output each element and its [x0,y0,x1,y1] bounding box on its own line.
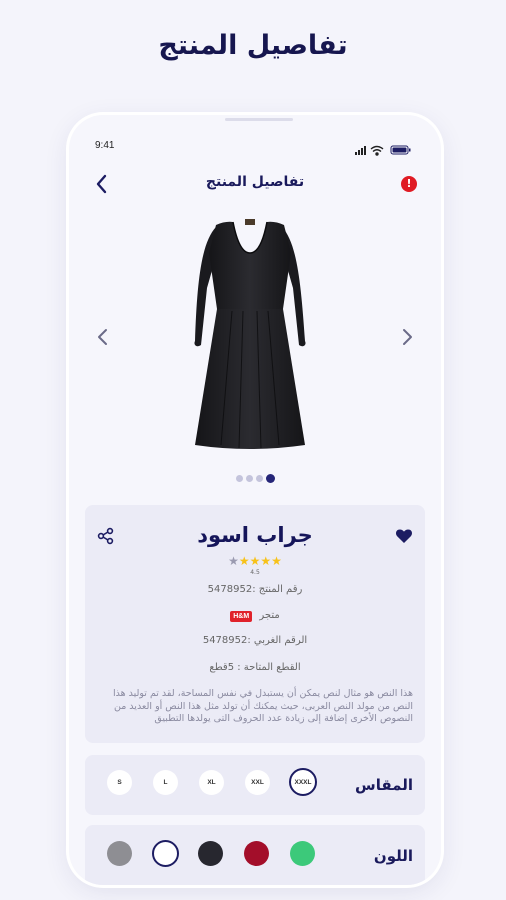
star-icon: ★ [238,554,250,568]
nav-bar: تفاصيل المنتج ! [69,171,441,197]
rating-value: 4.5 [250,569,260,576]
wifi-icon [370,145,384,156]
gallery-dot[interactable] [235,475,243,482]
size-option-xxxl[interactable]: XXXL [289,768,317,796]
star-icon: ★ [271,554,282,568]
size-option-xl[interactable]: XL [199,770,224,795]
product-info-card: جراب اسود ★★★★★ 4.5 رقم المنتج :5478952 … [85,505,425,743]
status-time: 9:41 [95,140,115,151]
star-icon: ★ [228,554,239,568]
phone-frame: 9:41 تفاصيل المنتج ! جراب اسود ★★★★★ 4.5… [69,115,441,885]
product-gallery[interactable] [69,213,441,453]
gallery-dot[interactable] [245,475,253,482]
color-label: اللون [373,847,413,865]
available-pieces: القطع المتاحة : 5قطع [209,662,301,673]
size-option-l[interactable]: L [153,770,178,795]
signal-icon [355,146,366,155]
gallery-pagination[interactable] [69,468,441,487]
color-swatch[interactable] [152,840,179,867]
size-label: المقاس [355,776,413,794]
store-row: متجر H&M [85,610,425,622]
color-swatch[interactable] [244,841,269,866]
page-headline: تفاصيل المنتج [158,30,348,61]
store-logo[interactable]: H&M [230,611,253,622]
star-icon: ★ [249,554,261,568]
product-number: رقم المنتج :5478952 [207,584,303,595]
western-number: الرقم الغربي :5478952 [202,635,308,646]
alert-icon[interactable]: ! [401,176,417,192]
rating-stars: ★★★★★ [85,554,425,568]
chevron-left-icon [98,329,107,345]
size-option-xxl[interactable]: XXL [245,770,270,795]
nav-title: تفاصيل المنتج [205,174,305,190]
size-selector-card: المقاس S L XL XXL XXXL [85,755,425,815]
dress-image [194,219,306,449]
size-option-s[interactable]: S [107,770,132,795]
color-swatch[interactable] [107,841,132,866]
phone-notch [225,118,293,121]
color-swatch[interactable] [290,841,315,866]
store-label: متجر [259,610,280,621]
gallery-prev-button[interactable] [93,325,113,349]
battery-icon [390,145,411,155]
gallery-next-button[interactable] [397,325,417,349]
color-selector-card: اللون [85,825,425,885]
product-description: هذا النص هو مثال لنص يمكن أن يستبدل في ن… [112,688,413,724]
product-title: جراب اسود [197,523,313,547]
star-icon: ★ [260,554,272,568]
gallery-dot[interactable] [265,474,275,483]
color-swatch[interactable] [198,841,223,866]
status-icons [355,141,413,156]
gallery-dot[interactable] [255,475,263,482]
chevron-right-icon [403,329,412,345]
